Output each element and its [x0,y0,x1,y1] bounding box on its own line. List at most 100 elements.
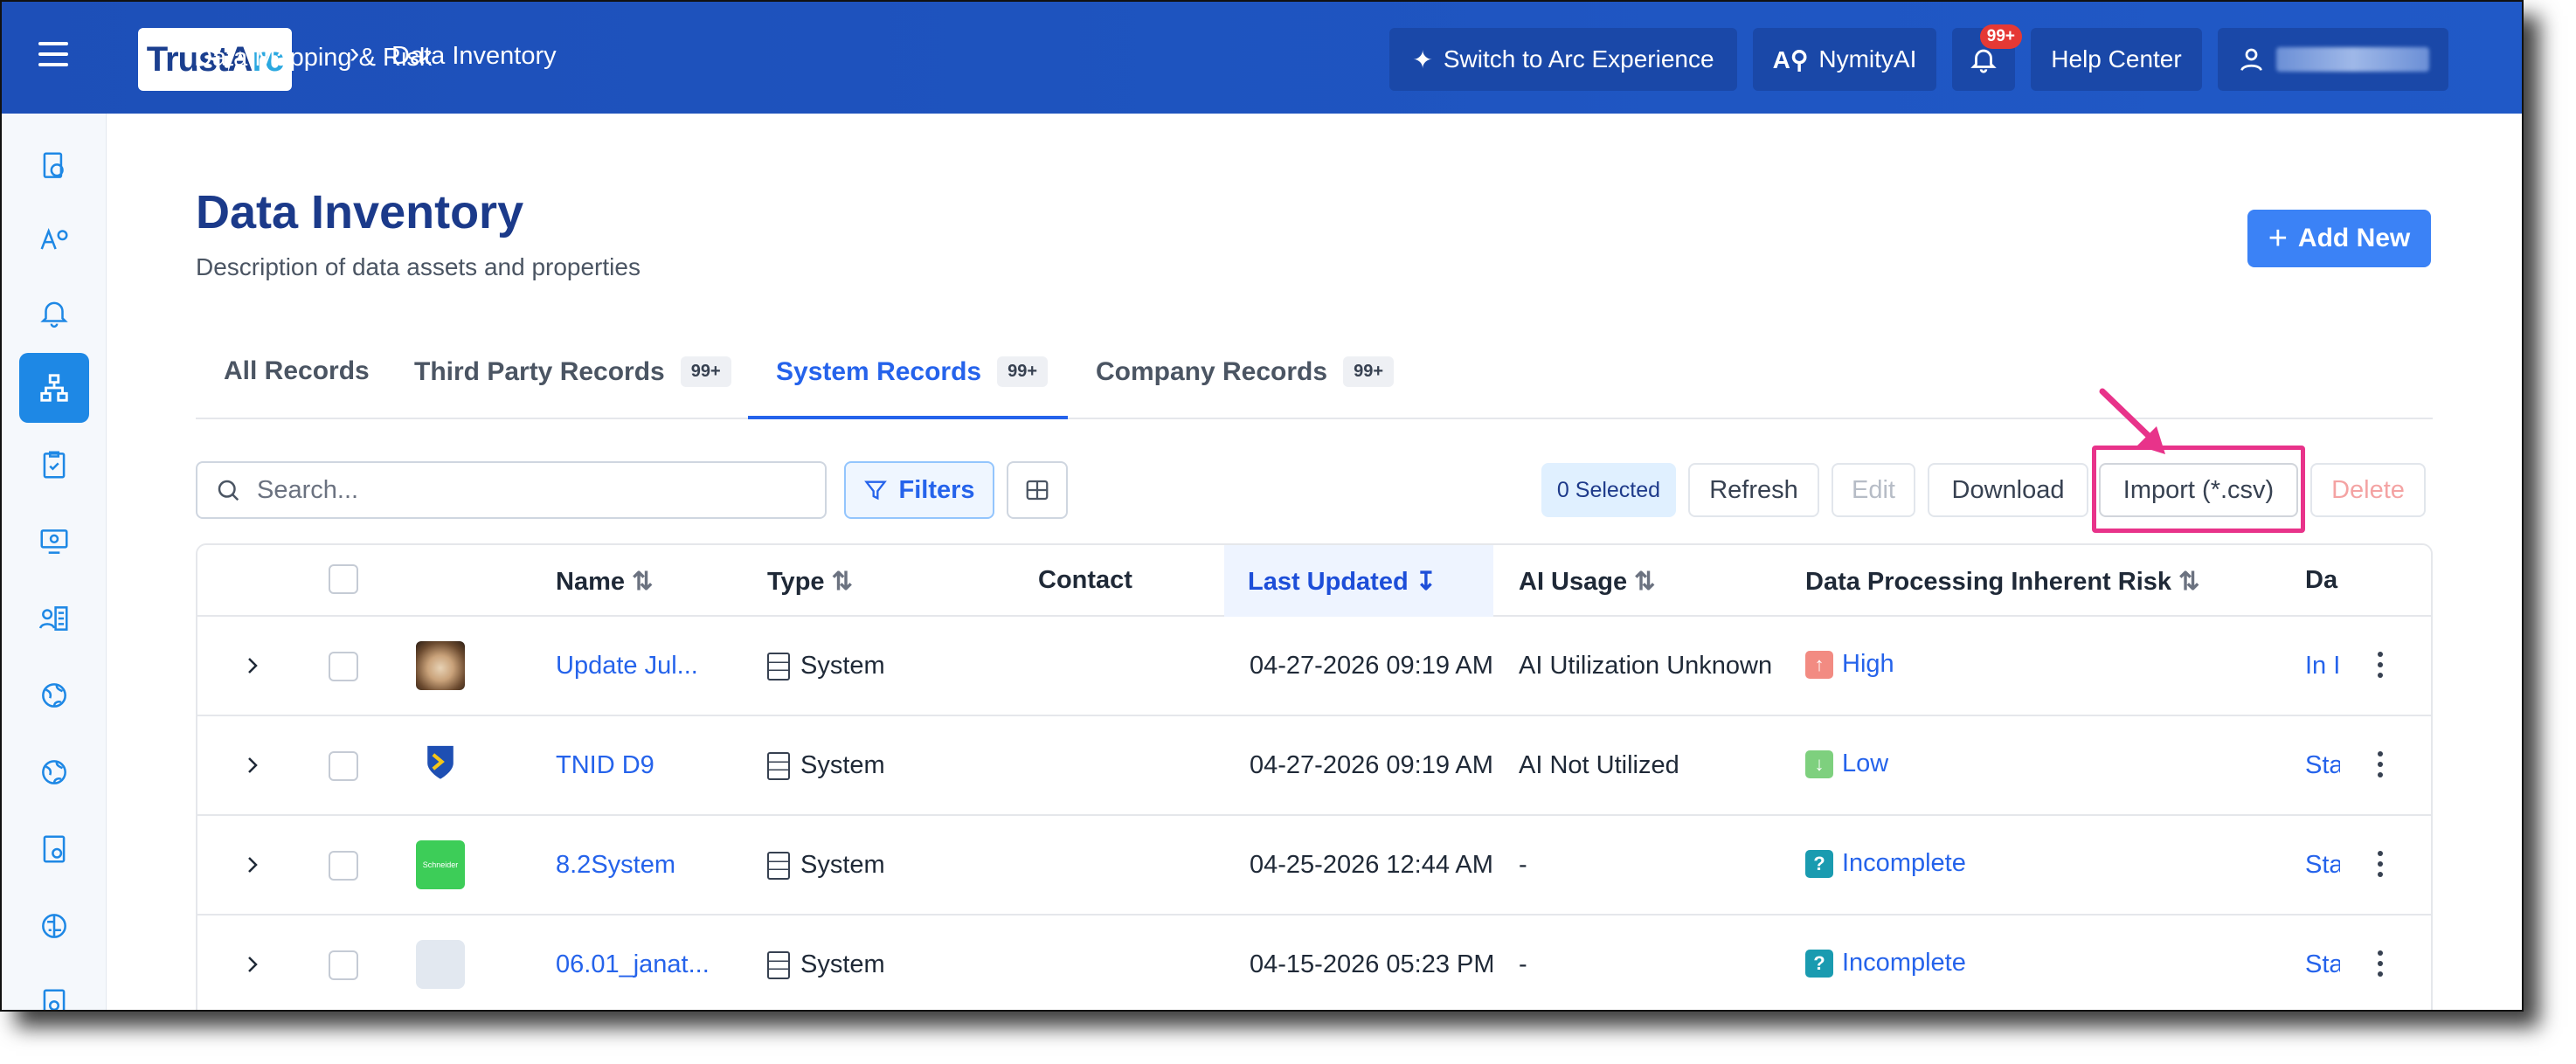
page-subtitle: Description of data assets and propertie… [196,253,641,280]
status-link[interactable]: In I [2305,652,2340,681]
selected-count-badge: 0 Selected [1541,463,1676,517]
more-options-icon[interactable] [2378,652,2385,683]
ai-usage: AI Utilization Unknown [1519,652,1773,680]
record-type: System [767,751,885,781]
ai-icon: A⚲ [1772,45,1809,73]
ai-usage: AI Not Utilized [1519,751,1679,779]
sidebar-item-assessments[interactable] [19,430,89,500]
sidebar-item-training[interactable] [19,507,89,577]
tab-all-records[interactable]: All Records [224,356,370,386]
sidebar-item-ai[interactable] [19,204,89,274]
chevron-right-icon[interactable] [241,755,262,776]
user-menu-button[interactable] [2218,28,2448,91]
record-type: System [767,950,885,980]
menu-icon[interactable] [38,42,68,68]
ai-usage: - [1519,950,1527,978]
chevron-right-icon[interactable] [241,854,262,875]
sidebar-item-people[interactable] [19,584,89,653]
filter-icon [864,480,888,501]
risk-value[interactable]: ? Incomplete [1805,849,1966,879]
status-link[interactable]: Sta [2305,751,2340,780]
more-options-icon[interactable] [2378,950,2385,982]
nymityai-button[interactable]: A⚲ NymityAI [1753,28,1936,91]
status-link[interactable]: Sta [2305,950,2340,979]
column-settings-button[interactable] [1007,461,1068,519]
active-tab-indicator [748,416,1068,419]
breadcrumb-data-inventory: Data Inventory [391,42,557,70]
filters-button[interactable]: Filters [844,461,994,519]
tab-company-records[interactable]: Company Records 99+ [1096,356,1395,387]
row-checkbox[interactable] [329,652,358,681]
row-checkbox[interactable] [329,751,358,781]
clipboard-check-icon [43,451,66,479]
edit-button[interactable]: Edit [1832,463,1915,517]
help-center-button[interactable]: Help Center [2031,28,2202,91]
chevron-right-icon[interactable] [241,655,262,676]
sidebar-item-documents[interactable] [19,814,89,884]
download-button[interactable]: Download [1928,463,2088,517]
search-placeholder: Search... [257,475,359,504]
last-updated: 04-27-2026 09:19 AM [1250,751,1492,779]
data-map-icon [40,374,68,402]
column-header-last-updated[interactable]: Last Updated ↧ [1248,566,1437,597]
brain-icon [42,914,66,938]
risk-value[interactable]: ? Incomplete [1805,949,1966,978]
column-header-name[interactable]: Name ⇅ [556,566,653,597]
cat-photo-logo [416,641,465,690]
more-options-icon[interactable] [2378,751,2385,783]
column-header-contact[interactable]: Contact [1038,566,1132,595]
tab-system-records[interactable]: System Records 99+ [776,356,1049,387]
column-header-status[interactable]: Da [2305,566,2337,595]
record-name-link[interactable]: 8.2System [556,851,675,880]
sidebar-item-ai-governance[interactable] [19,891,89,961]
record-name-link[interactable]: 06.01_janat... [556,950,722,979]
risk-value[interactable]: ↑ High [1805,650,1894,680]
switch-arc-experience-button[interactable]: ✦ Switch to Arc Experience [1389,28,1737,91]
sidebar-item-dashboard[interactable] [19,131,89,201]
sidebar-item-global-2[interactable] [19,737,89,807]
chevron-right-icon: › [350,37,360,70]
tab-count-badge: 99+ [680,356,731,387]
page-title: Data Inventory [196,186,524,238]
table-row[interactable]: Schneider 8.2System System 04-25-2026 12… [197,816,2431,915]
search-input[interactable]: Search... [196,461,827,519]
column-header-ai-usage[interactable]: AI Usage ⇅ [1519,566,1655,597]
refresh-button[interactable]: Refresh [1688,463,1819,517]
notifications-button[interactable]: 99+ [1952,24,2022,91]
app-window: TrustA rc Data Mapping & Risk › Data Inve… [0,0,2524,1012]
add-new-button[interactable]: + Add New [2247,210,2431,267]
risk-value[interactable]: ↓ Low [1805,750,1888,779]
chevron-right-icon[interactable] [241,954,262,975]
table-row[interactable]: Update Jul... System 04-27-2026 09:19 AM… [197,617,2431,716]
user-name-redacted [2276,47,2429,72]
sort-icon: ⇅ [1634,568,1656,596]
status-link[interactable]: Sta [2305,851,2340,880]
more-options-icon[interactable] [2378,851,2385,882]
sidebar [2,114,107,1010]
column-header-type[interactable]: Type ⇅ [767,566,853,597]
tab-third-party-records[interactable]: Third Party Records 99+ [414,356,731,387]
sidebar-item-reports[interactable] [19,968,89,1010]
sidebar-item-alerts[interactable] [19,278,89,348]
row-checkbox[interactable] [329,950,358,980]
table-row[interactable]: TNID D9 System 04-27-2026 09:19 AM AI No… [197,716,2431,816]
bell-icon [1970,49,1997,73]
sidebar-item-global-1[interactable] [19,660,89,730]
row-checkbox[interactable] [329,851,358,881]
column-header-inherent-risk[interactable]: Data Processing Inherent Risk ⇅ [1805,566,2199,597]
delete-button[interactable]: Delete [2310,463,2426,517]
risk-incomplete-icon: ? [1805,950,1833,978]
import-highlight-box [2092,446,2305,533]
select-all-checkbox[interactable] [329,564,358,594]
sidebar-item-data-mapping[interactable] [19,353,89,423]
table-row[interactable]: 06.01_janat... System 04-15-2026 05:23 P… [197,915,2431,1010]
record-name-link[interactable]: TNID D9 [556,751,654,780]
record-type: System [767,851,885,881]
server-icon [767,752,790,781]
tab-count-badge: 99+ [997,356,1049,387]
bell-icon [40,301,68,328]
record-name-link[interactable]: Update Jul... [556,652,722,681]
sort-icon: ⇅ [632,568,654,596]
sort-icon: ⇅ [2178,568,2200,596]
ai-icon [40,227,68,250]
